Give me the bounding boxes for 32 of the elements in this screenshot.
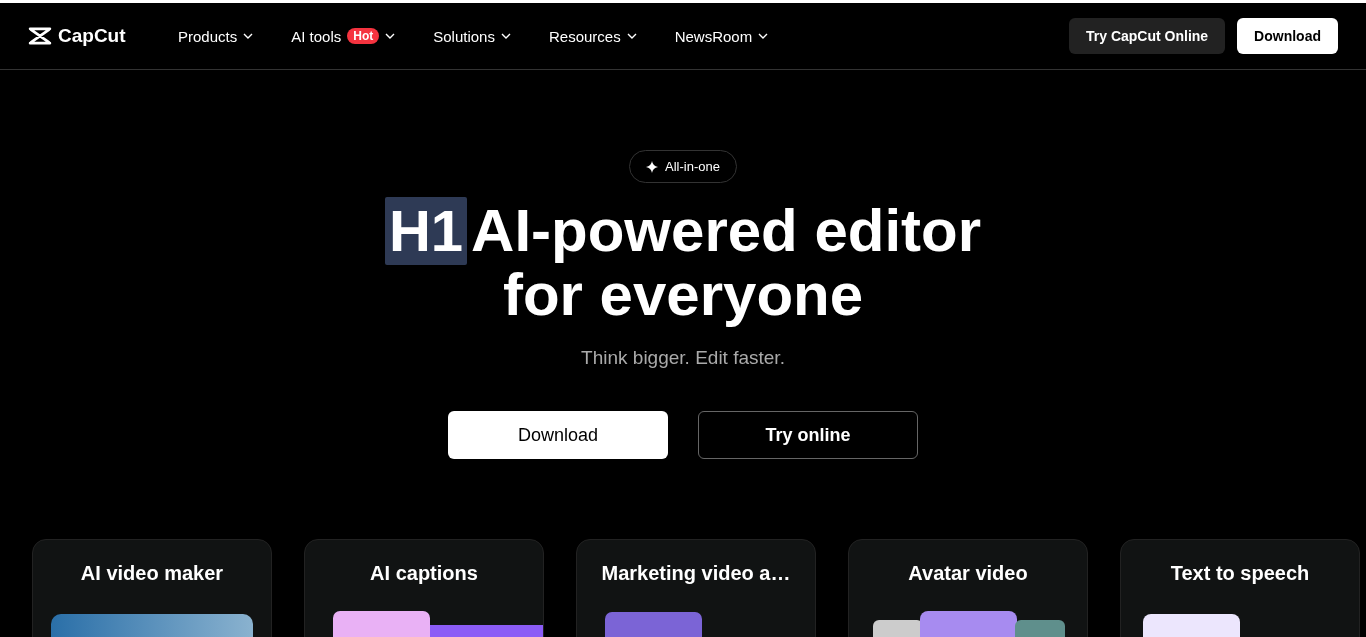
nav-menu-item[interactable]: AI tools Hot (291, 27, 396, 45)
nav-menu-item[interactable]: NewsRoom (674, 27, 769, 45)
chevron-down-icon (758, 33, 769, 39)
chevron-down-icon (243, 33, 254, 39)
card-title: Avatar video (908, 562, 1028, 585)
sparkle-icon (646, 160, 659, 173)
feature-card[interactable]: AI captions (304, 539, 544, 637)
chevron-down-icon (500, 33, 511, 39)
chevron-down-icon (626, 33, 637, 39)
nav-menu-item[interactable]: Resources (548, 27, 637, 45)
card-title: Marketing video a… (601, 562, 791, 585)
nav-menu-item[interactable]: Products (178, 27, 254, 45)
hot-badge: Hot (347, 28, 380, 44)
brand-name[interactable]: CapCut (58, 25, 126, 47)
logo-icon (28, 27, 52, 45)
try-online-button[interactable]: Try online (698, 411, 918, 459)
feature-card[interactable]: Avatar video (848, 539, 1088, 637)
card-title: Text to speech (1170, 562, 1310, 585)
try-online-button[interactable]: Try CapCut Online (1069, 18, 1226, 54)
nav-menu-item[interactable]: Solutions (433, 27, 511, 45)
feature-card[interactable]: AI video maker (32, 539, 272, 637)
download-button[interactable]: Download (1237, 18, 1338, 54)
feature-card[interactable]: Text to speech (1120, 539, 1360, 637)
heading-tag-label: H1 (384, 197, 468, 265)
hero-heading: AI-powered editor (471, 197, 982, 265)
chevron-down-icon (385, 33, 396, 39)
hero-subtitle: Think bigger. Edit faster. (581, 347, 785, 369)
pill-label: All-in-one (665, 159, 720, 174)
card-title: AI video maker (80, 562, 224, 585)
download-button[interactable]: Download (448, 411, 668, 459)
feature-card[interactable]: Marketing video a… (576, 539, 816, 637)
card-title: AI captions (370, 562, 478, 585)
